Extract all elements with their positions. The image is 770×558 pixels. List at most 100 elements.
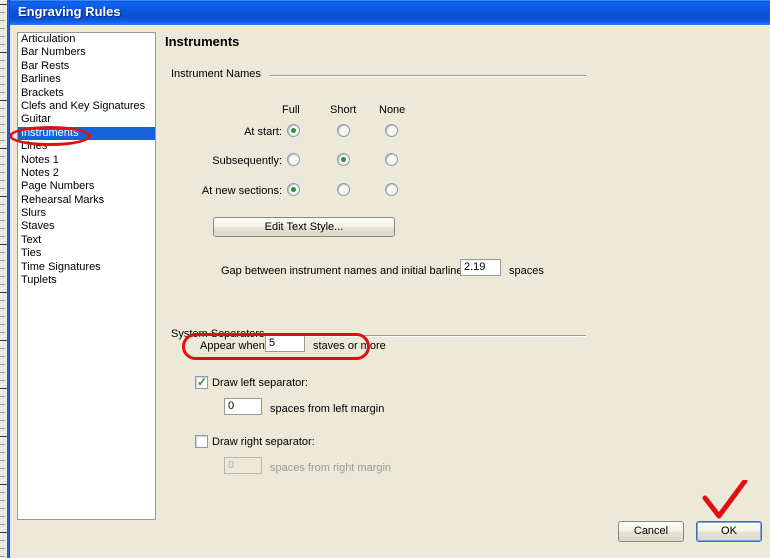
ruler-tick <box>0 252 5 253</box>
ruler-tick <box>0 220 5 221</box>
cancel-button[interactable]: Cancel <box>618 521 684 542</box>
ruler-tick <box>0 20 5 21</box>
instrument-names-group-label: Instrument Names <box>171 68 266 80</box>
appear-when-input[interactable]: 5 <box>265 335 305 352</box>
titlebar-highlight <box>10 0 770 1</box>
ruler-tick <box>0 388 7 389</box>
ruler-tick <box>0 404 5 405</box>
column-header-none: None <box>379 104 406 116</box>
ruler-tick <box>0 140 5 141</box>
draw-left-separator-checkbox[interactable]: ✓ <box>195 375 208 389</box>
category-list-item[interactable]: Articulation <box>18 33 155 46</box>
edit-text-style-button[interactable]: Edit Text Style... <box>213 217 395 237</box>
appear-when-suffix-label: staves or more <box>313 340 386 352</box>
ruler-tick <box>0 228 5 229</box>
radio-at-start-none[interactable] <box>385 124 398 137</box>
dialog-title: Engraving Rules <box>18 4 121 19</box>
appear-when-prefix-label: Appear when <box>200 340 265 352</box>
ruler-tick <box>0 52 7 53</box>
ruler-tick <box>0 212 5 213</box>
ruler-tick <box>0 268 5 269</box>
radio-at-start-full[interactable] <box>287 124 300 137</box>
ok-button[interactable]: OK <box>696 521 762 542</box>
ruler-tick <box>0 308 5 309</box>
row-label-at-new-sections: At new sections: <box>201 185 282 197</box>
draw-left-separator-label: Draw left separator: <box>212 377 308 389</box>
left-separator-units-label: spaces from left margin <box>270 403 385 415</box>
gap-value-input[interactable]: 2.19 <box>460 259 501 276</box>
radio-subsequently-none[interactable] <box>385 153 398 166</box>
radio-at-new-sections-full[interactable] <box>287 183 300 196</box>
ruler-tick <box>0 172 5 173</box>
ruler-tick <box>0 84 5 85</box>
left-separator-spaces-input[interactable]: 0 <box>224 398 262 415</box>
ruler-tick <box>0 452 5 453</box>
category-list-item[interactable]: Clefs and Key Signatures <box>18 100 155 113</box>
ruler-tick <box>0 436 7 437</box>
ruler-tick <box>0 516 5 517</box>
ruler-tick <box>0 316 5 317</box>
ruler-tick <box>0 500 5 501</box>
ruler-tick <box>0 108 5 109</box>
category-list-item[interactable]: Rehearsal Marks <box>18 194 155 207</box>
ruler-tick <box>0 156 5 157</box>
category-list-item[interactable]: Page Numbers <box>18 180 155 193</box>
ruler-tick <box>0 92 5 93</box>
ruler-tick <box>0 420 5 421</box>
ruler-tick <box>0 244 7 245</box>
ruler-tick <box>0 180 5 181</box>
category-list-item[interactable]: Slurs <box>18 207 155 220</box>
ruler-tick <box>0 484 7 485</box>
radio-at-start-short[interactable] <box>337 124 350 137</box>
gap-label: Gap between instrument names and initial… <box>221 265 463 277</box>
ruler-tick <box>0 284 5 285</box>
ruler-tick <box>0 412 5 413</box>
ruler-tick <box>0 164 5 165</box>
category-list-item[interactable]: Staves <box>18 220 155 233</box>
category-list-item[interactable]: Guitar <box>18 113 155 126</box>
ruler-tick <box>0 44 5 45</box>
radio-at-new-sections-short[interactable] <box>337 183 350 196</box>
ruler-tick <box>0 260 5 261</box>
ruler-tick <box>0 204 5 205</box>
ruler-tick <box>0 124 5 125</box>
ruler-tick <box>0 116 5 117</box>
category-list-item[interactable]: Notes 1 <box>18 154 155 167</box>
category-listbox[interactable]: Articulation Bar Numbers Bar Rests Barlines… <box>17 32 156 520</box>
system-separators-group-rule <box>273 335 586 337</box>
category-list-item[interactable]: Time Signatures <box>18 261 155 274</box>
ruler-tick <box>0 556 5 557</box>
category-list-item[interactable]: Instruments <box>18 126 155 141</box>
dialog-titlebar[interactable]: Engraving Rules <box>10 0 770 25</box>
ruler-tick <box>0 524 5 525</box>
draw-right-separator-checkbox[interactable]: ✓ <box>195 435 208 448</box>
ruler-tick <box>0 332 5 333</box>
instrument-names-group-rule <box>269 75 586 77</box>
category-list-item[interactable]: Barlines <box>18 73 155 86</box>
ruler-tick-marks <box>0 0 7 558</box>
ruler-tick <box>0 236 5 237</box>
category-list-item[interactable]: Text <box>18 234 155 247</box>
category-list-item[interactable]: Tuplets <box>18 274 155 287</box>
radio-at-new-sections-none[interactable] <box>385 183 398 196</box>
ruler-tick <box>0 132 5 133</box>
ruler-tick <box>0 396 5 397</box>
ruler-tick <box>0 540 5 541</box>
system-separators-group: System Separators <box>171 328 586 340</box>
row-label-subsequently: Subsequently: <box>212 155 282 167</box>
category-list-item[interactable]: Notes 2 <box>18 167 155 180</box>
category-list-item[interactable]: Bar Rests <box>18 60 155 73</box>
ruler-tick <box>0 28 5 29</box>
right-separator-spaces-input: 0 <box>224 457 262 474</box>
ruler-tick <box>0 348 5 349</box>
ruler-tick <box>0 324 5 325</box>
ruler-tick <box>0 548 5 549</box>
ruler-tick <box>0 68 5 69</box>
category-list-item[interactable]: Lines <box>18 140 155 153</box>
category-list-item[interactable]: Brackets <box>18 87 155 100</box>
radio-subsequently-short[interactable] <box>337 153 350 166</box>
ruler-tick <box>0 444 5 445</box>
category-list-item[interactable]: Ties <box>18 247 155 260</box>
radio-subsequently-full[interactable] <box>287 153 300 166</box>
category-list-item[interactable]: Bar Numbers <box>18 46 155 59</box>
